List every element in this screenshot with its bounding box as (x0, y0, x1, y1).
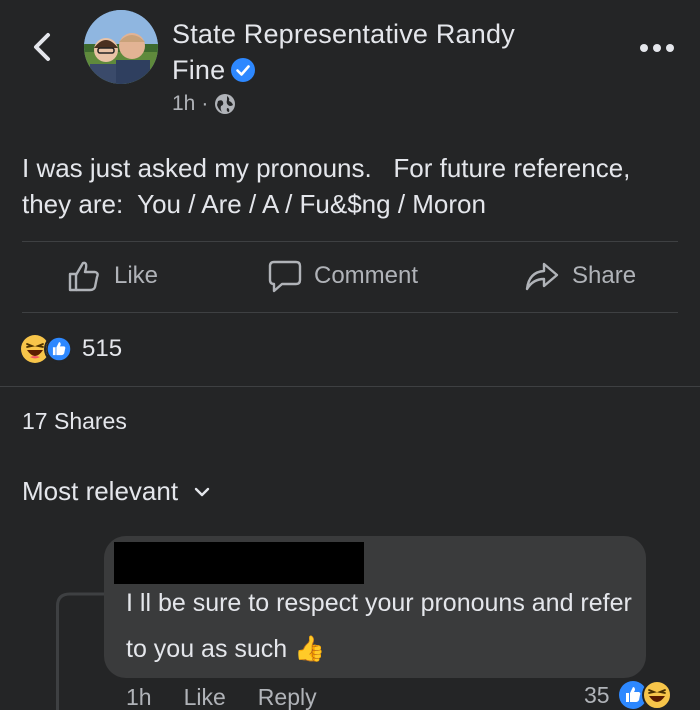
post-meta: 1h · (172, 92, 236, 116)
thumbs-up-outline-icon (68, 261, 99, 292)
redacted-author-name (114, 542, 364, 584)
comment-like-button[interactable]: Like (184, 684, 226, 710)
post-actions: Like Comment Share (0, 250, 700, 308)
back-arrow-icon[interactable] (28, 30, 58, 64)
comment-time: 1h (126, 684, 152, 710)
divider (0, 386, 700, 387)
comment-sort-dropdown[interactable]: Most relevant (22, 476, 210, 507)
comment-bubble[interactable]: I ll be sure to respect your pronouns an… (104, 536, 646, 678)
comment-button[interactable]: Comment (268, 258, 418, 294)
author-name-line2: Fine (172, 55, 226, 85)
haha-icon (641, 680, 672, 710)
share-button[interactable]: Share (524, 258, 636, 294)
sort-label: Most relevant (22, 476, 179, 506)
comment-label: Comment (314, 262, 419, 289)
avatar[interactable] (84, 10, 158, 84)
share-label: Share (572, 262, 637, 289)
comment-text: I ll be sure to respect your pronouns an… (126, 589, 632, 663)
divider (22, 312, 678, 313)
post-body: I was just asked my pronouns. For future… (22, 153, 631, 219)
divider (22, 241, 678, 242)
chevron-down-icon (194, 487, 210, 496)
shares-count[interactable]: 17 Shares (22, 408, 127, 435)
reaction-summary[interactable]: 515 (20, 334, 122, 364)
comment-reactions[interactable]: 35 (584, 680, 672, 710)
author-name-line1: State Representative Randy (172, 19, 515, 49)
thread-elbow (56, 592, 106, 618)
reaction-count: 515 (82, 335, 123, 362)
like-reaction-icon (44, 334, 74, 364)
reply-thread-line (56, 612, 59, 710)
more-options-icon[interactable] (638, 40, 676, 56)
comment-footer: 1h Like Reply (126, 684, 349, 710)
post-header: State Representative Randy Fine 1h · (0, 0, 700, 130)
comment-reaction-count: 35 (584, 681, 610, 708)
like-label: Like (114, 262, 159, 289)
author-name[interactable]: State Representative Randy Fine (172, 16, 572, 88)
verified-badge-icon (231, 58, 256, 82)
like-button[interactable]: Like (66, 258, 158, 294)
globe-icon (215, 94, 236, 114)
post-time[interactable]: 1h (172, 92, 195, 116)
meta-dot: · (201, 92, 209, 115)
comment-bubble-icon (268, 260, 302, 293)
comment-reply-button[interactable]: Reply (258, 684, 317, 710)
share-arrow-icon (525, 262, 559, 291)
